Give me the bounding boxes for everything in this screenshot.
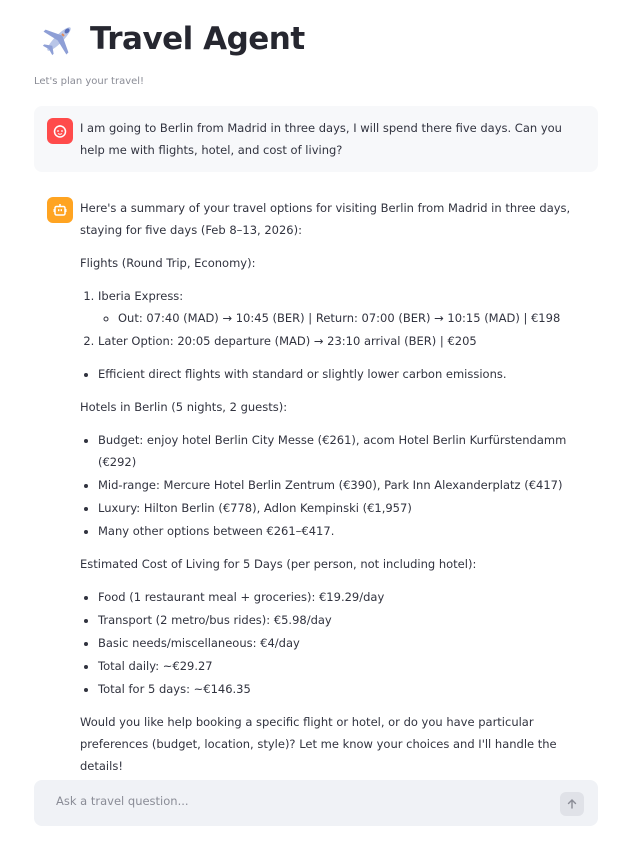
cost-list: Food (1 restaurant meal + groceries): €1…: [80, 586, 588, 700]
flight-option: Later Option: 20:05 departure (MAD) → 23…: [98, 330, 588, 352]
airplane-icon: [42, 27, 71, 56]
page-header: Travel Agent: [40, 20, 305, 58]
flights-note-list: Efficient direct flights with standard o…: [80, 363, 588, 385]
assistant-intro: Here's a summary of your travel options …: [80, 201, 571, 237]
cost-item: Transport (2 metro/bus rides): €5.98/day: [98, 609, 588, 631]
flight-option: Iberia Express: Out: 07:40 (MAD) → 10:45…: [98, 285, 588, 329]
user-face-icon: [53, 125, 67, 138]
assistant-avatar: [47, 197, 73, 223]
hotel-item: Luxury: Hilton Berlin (€778), Adlon Kemp…: [98, 497, 588, 519]
page-caption: Let's plan your travel!: [34, 76, 145, 87]
flights-list: Iberia Express: Out: 07:40 (MAD) → 10:45…: [80, 285, 588, 352]
chat-input[interactable]: [54, 793, 538, 809]
flight-detail: Out: 07:40 (MAD) → 10:45 (BER) | Return:…: [118, 307, 588, 329]
hotel-item: Many other options between €261–€417.: [98, 520, 588, 542]
hotel-item: Budget: enjoy hotel Berlin City Messe (€…: [98, 429, 588, 473]
cost-item: Food (1 restaurant meal + groceries): €1…: [98, 586, 588, 608]
send-button[interactable]: [560, 792, 584, 816]
page-title: Travel Agent: [90, 21, 305, 57]
arrow-up-icon: [567, 799, 577, 809]
assistant-closing: Would you like help booking a specific f…: [80, 715, 557, 773]
hotels-heading: Hotels in Berlin (5 nights, 2 guests):: [80, 400, 288, 414]
cost-item: Total for 5 days: ~€146.35: [98, 678, 588, 700]
assistant-message: Here's a summary of your travel options …: [80, 197, 588, 788]
cost-item: Basic needs/miscellaneous: €4/day: [98, 632, 588, 654]
cost-heading: Estimated Cost of Living for 5 Days (per…: [80, 557, 477, 571]
cost-item: Total daily: ~€29.27: [98, 655, 588, 677]
hotels-list: Budget: enjoy hotel Berlin City Messe (€…: [80, 429, 588, 542]
user-avatar: [47, 118, 73, 144]
flights-note: Efficient direct flights with standard o…: [98, 363, 588, 385]
flights-heading: Flights (Round Trip, Economy):: [80, 256, 256, 270]
hotel-item: Mid-range: Mercure Hotel Berlin Zentrum …: [98, 474, 588, 496]
robot-icon: [53, 204, 67, 216]
user-message-text: I am going to Berlin from Madrid in thre…: [80, 121, 562, 157]
chat-input-bar: [34, 780, 598, 826]
